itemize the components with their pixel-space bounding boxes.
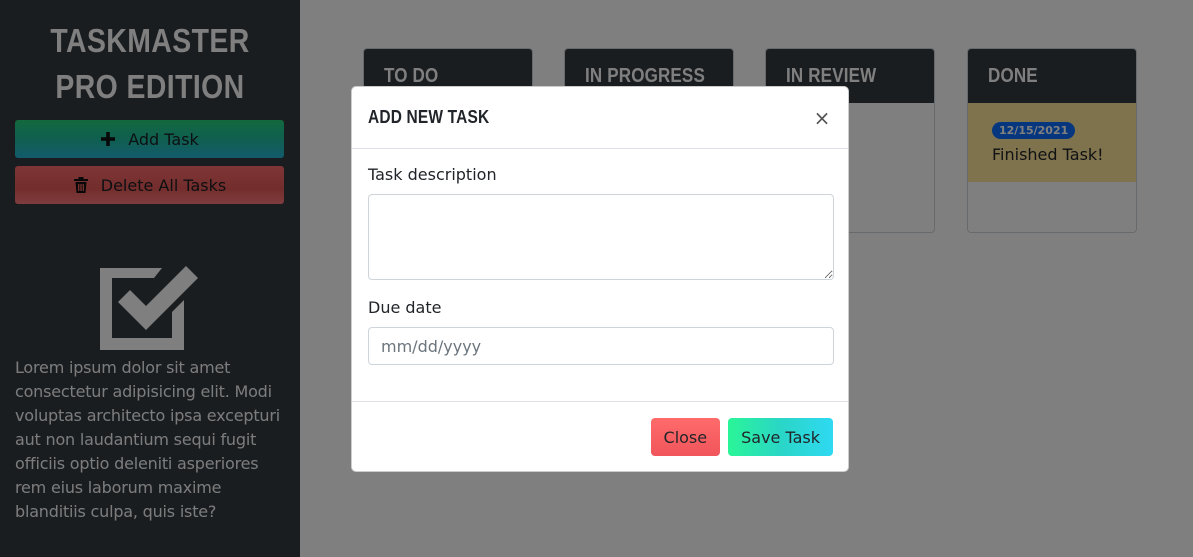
modal-header: ADD NEW TASK ×: [352, 87, 848, 149]
save-task-button[interactable]: Save Task: [728, 418, 833, 456]
modal-footer: Close Save Task: [352, 402, 848, 471]
modal-body: Task description Due date: [352, 149, 848, 402]
add-task-modal: ADD NEW TASK × Task description Due date…: [351, 86, 849, 472]
task-description-label: Task description: [368, 165, 497, 184]
task-description-input[interactable]: [368, 194, 834, 280]
close-button[interactable]: Close: [650, 418, 721, 456]
close-icon[interactable]: ×: [812, 108, 832, 128]
due-date-label: Due date: [368, 298, 442, 317]
modal-title: ADD NEW TASK: [368, 107, 490, 127]
due-date-input[interactable]: [368, 327, 834, 365]
